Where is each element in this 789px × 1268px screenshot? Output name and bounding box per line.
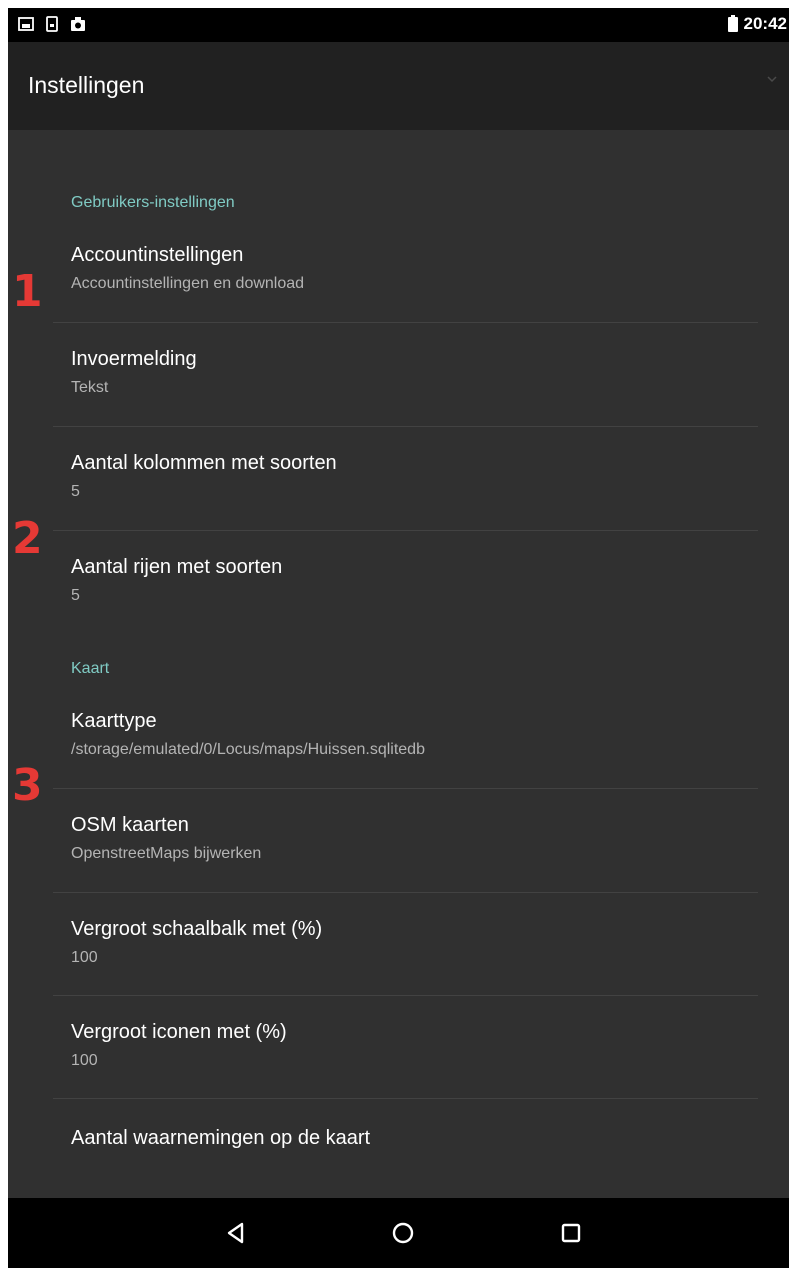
pref-summary: Tekst (71, 379, 109, 396)
photo-icon (71, 17, 85, 31)
chevron-down-icon[interactable] (765, 72, 779, 86)
settings-screen: 20:42 Instellingen Gebruikers-instelling… (8, 8, 789, 1268)
divider (53, 995, 758, 996)
pref-title: Aantal rijen met soorten (71, 556, 283, 578)
pref-summary: 100 (71, 949, 98, 966)
pref-osm-kaarten[interactable]: OSM kaarten OpenstreetMaps bijwerken (71, 812, 761, 865)
settings-list: Gebruikers-instellingen Accountinstellin… (8, 130, 789, 1198)
status-time: 20:42 (743, 14, 787, 33)
app-bar: Instellingen (8, 42, 789, 130)
pref-summary: 5 (71, 483, 80, 500)
pref-kaarttype[interactable]: Kaarttype /storage/emulated/0/Locus/maps… (71, 708, 761, 761)
category-header-kaart: Kaart (71, 660, 110, 677)
recents-icon[interactable] (556, 1218, 586, 1248)
pref-aantal-rijen[interactable]: Aantal rijen met soorten 5 (71, 554, 761, 607)
pref-title: Accountinstellingen (71, 244, 244, 266)
annotation-number: 1 (12, 266, 43, 317)
divider (53, 1098, 758, 1099)
page-title: Instellingen (28, 72, 145, 98)
battery-icon (727, 14, 738, 32)
divider (53, 426, 758, 427)
pref-summary: /storage/emulated/0/Locus/maps/Huissen.s… (71, 741, 425, 758)
divider (53, 788, 758, 789)
gallery-icon (18, 17, 34, 31)
pref-accountinstellingen[interactable]: Accountinstellingen Accountinstellingen … (71, 242, 761, 295)
pref-vergroot-schaalbalk[interactable]: Vergroot schaalbalk met (%) 100 (71, 916, 761, 969)
back-icon[interactable] (221, 1218, 251, 1248)
pref-aantal-waarnemingen[interactable]: Aantal waarnemingen op de kaart (71, 1125, 761, 1151)
pref-aantal-kolommen[interactable]: Aantal kolommen met soorten 5 (71, 450, 761, 503)
annotation-number: 2 (12, 513, 43, 564)
pref-summary: Accountinstellingen en download (71, 275, 305, 292)
divider (53, 322, 758, 323)
navigation-bar (8, 1198, 789, 1268)
divider (53, 530, 758, 531)
pref-title: Aantal waarnemingen op de kaart (71, 1127, 371, 1149)
home-icon[interactable] (388, 1218, 418, 1248)
pref-summary: 100 (71, 1052, 98, 1069)
pref-summary: 5 (71, 587, 80, 604)
category-header-gebruikers: Gebruikers-instellingen (71, 194, 235, 211)
pref-vergroot-iconen[interactable]: Vergroot iconen met (%) 100 (71, 1019, 761, 1072)
divider (53, 892, 758, 893)
pref-title: Invoermelding (71, 348, 197, 370)
pref-summary: OpenstreetMaps bijwerken (71, 845, 262, 862)
pref-title: OSM kaarten (71, 814, 189, 836)
pref-title: Vergroot schaalbalk met (%) (71, 918, 323, 940)
pref-title: Vergroot iconen met (%) (71, 1021, 287, 1043)
pref-title: Aantal kolommen met soorten (71, 452, 337, 474)
pref-title: Kaarttype (71, 710, 157, 732)
sim-icon (46, 16, 58, 32)
status-bar: 20:42 (8, 8, 789, 42)
pref-invoermelding[interactable]: Invoermelding Tekst (71, 346, 761, 399)
annotation-number: 3 (12, 760, 43, 811)
